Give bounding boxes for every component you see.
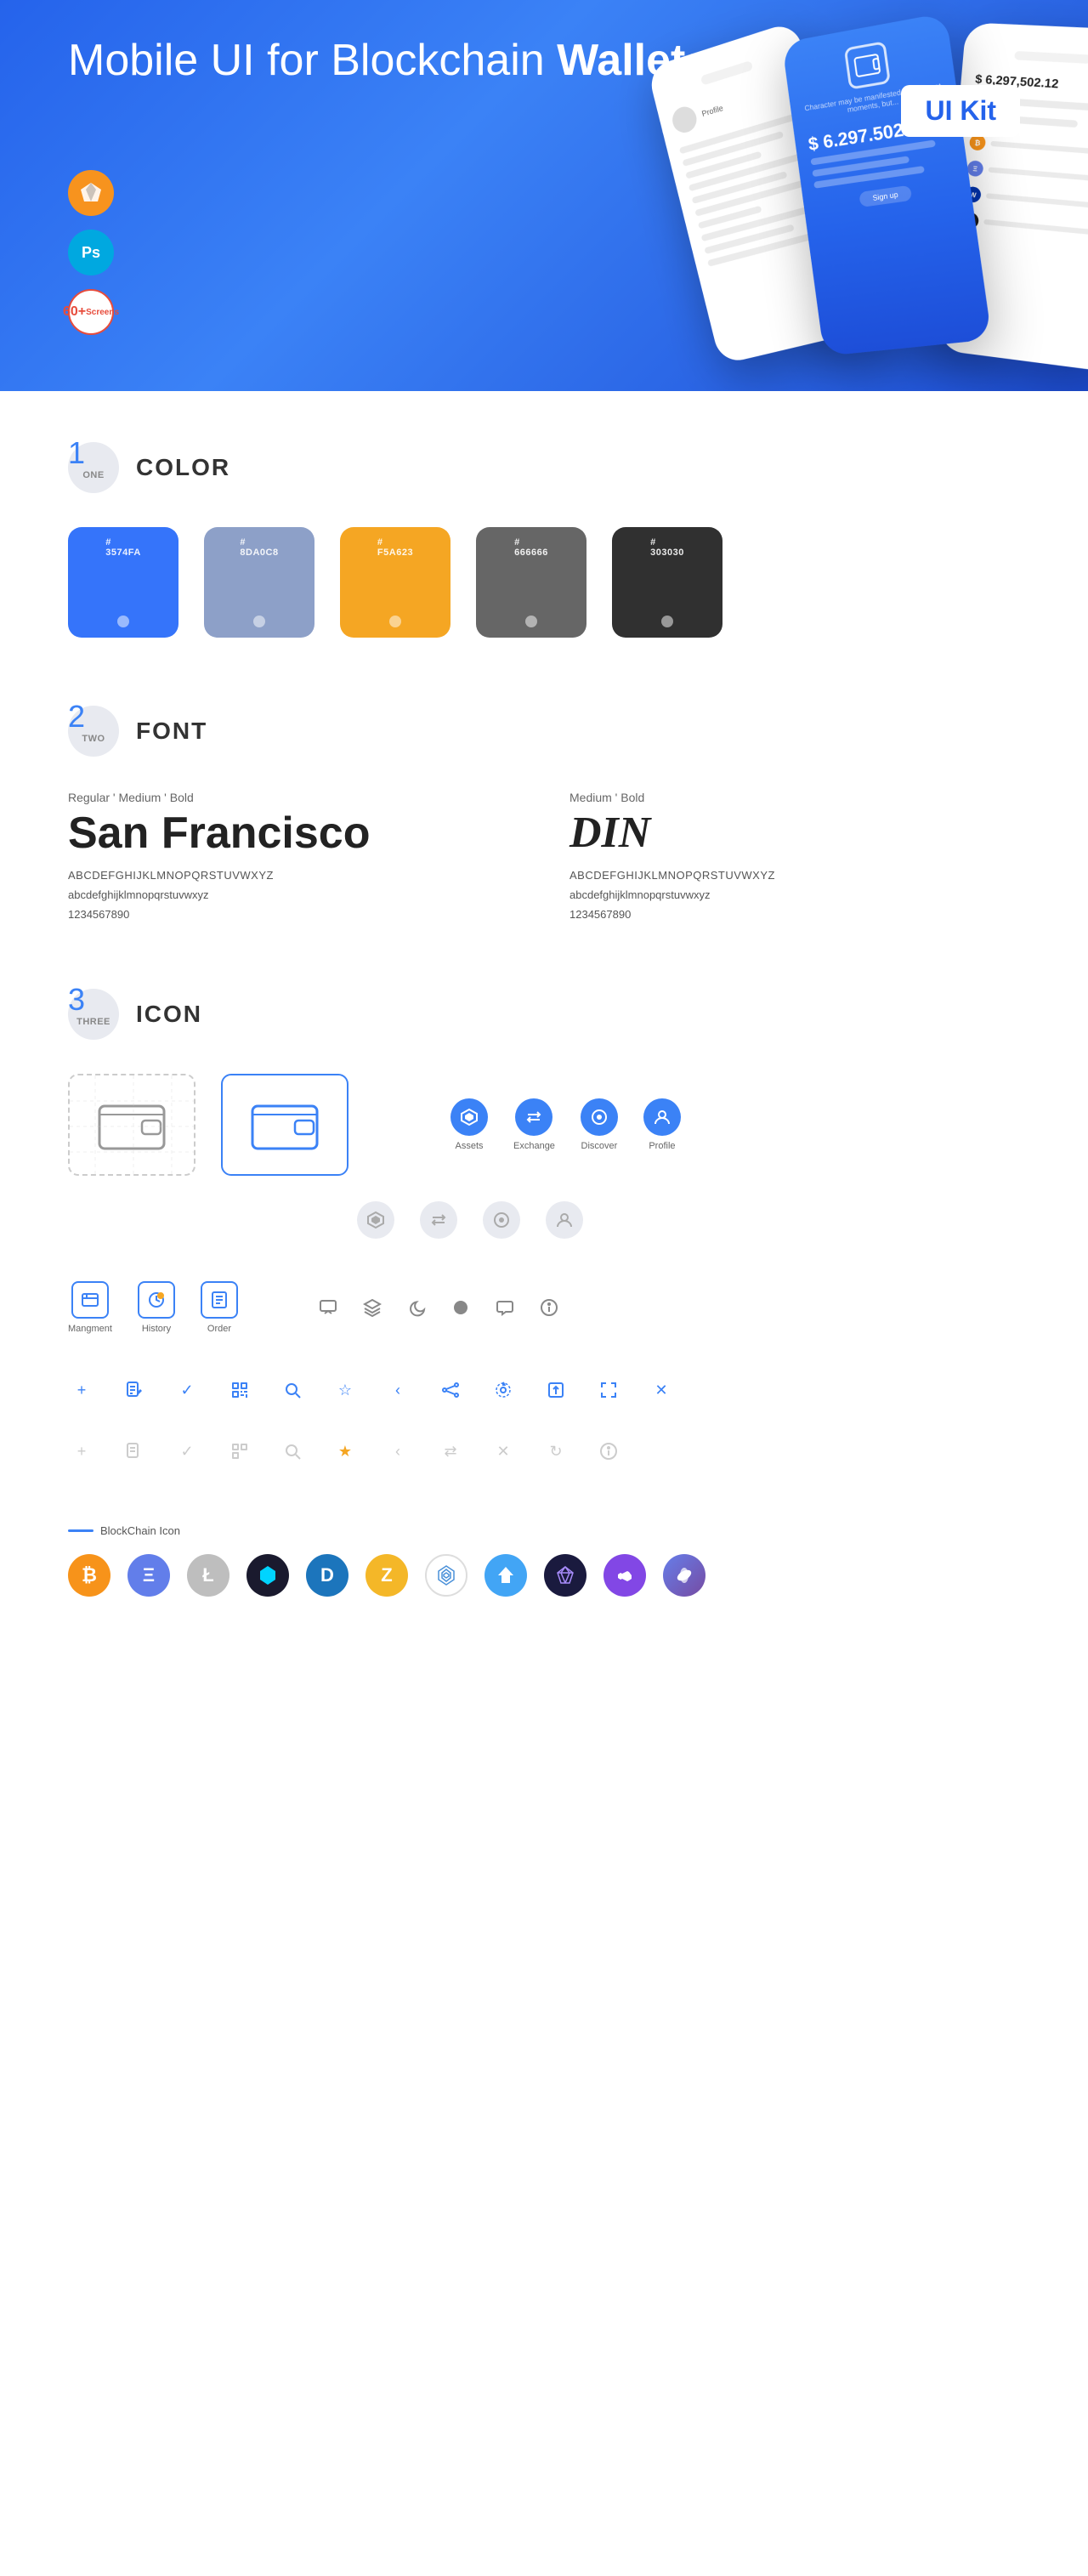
color-swatch-orange: #F5A623 — [340, 527, 450, 638]
crypto-gem — [544, 1554, 586, 1597]
nav-icon-exchange: Exchange — [513, 1098, 555, 1151]
color-section-header: 1 ONE COLOR — [68, 442, 1020, 493]
icon-title: ICON — [136, 1001, 202, 1028]
crypto-stellar — [663, 1554, 706, 1597]
icon-check: ✓ — [173, 1376, 201, 1404]
color-swatches: #3574FA #8DA0C8 #F5A623 #666666 #303030 — [68, 527, 1020, 638]
icon-info-gray — [595, 1438, 622, 1465]
icon-chat-bubble — [491, 1294, 518, 1321]
icon-history: History — [138, 1281, 175, 1334]
nav-icon-assets-gray — [357, 1201, 394, 1239]
nav-icon-profile: Profile — [643, 1098, 681, 1151]
font-section: 2 TWO FONT Regular ' Medium ' Bold San F… — [0, 672, 1088, 955]
icon-qr-gray — [226, 1438, 253, 1465]
icon-chevron-left: ‹ — [384, 1376, 411, 1404]
nav-icon-discover: Discover — [581, 1098, 618, 1151]
color-swatch-blue-gray: #8DA0C8 — [204, 527, 314, 638]
icon-section-header: 3 THREE ICON — [68, 989, 1020, 1040]
font-din: Medium ' Bold DIN ABCDEFGHIJKLMNOPQRSTUV… — [570, 791, 1020, 921]
font-san-francisco: Regular ' Medium ' Bold San Francisco AB… — [68, 791, 518, 921]
section-3-badge: 3 THREE — [68, 989, 119, 1040]
icon-check-gray: ✓ — [173, 1438, 201, 1465]
ui-kit-badge: UI Kit — [901, 85, 1020, 137]
crypto-network — [425, 1554, 468, 1597]
icon-star-yellow: ★ — [332, 1438, 359, 1465]
extra-icons-row — [314, 1294, 563, 1321]
crypto-icons-row: ₿ Ξ Ł D Z — [68, 1554, 1020, 1597]
icon-row-toolbar-colored: + ✓ — [68, 1376, 1020, 1404]
icon-section: 3 THREE ICON — [0, 955, 1088, 1682]
icon-share — [437, 1376, 464, 1404]
nav-icon-discover-gray — [483, 1201, 520, 1239]
crypto-token-dark — [246, 1554, 289, 1597]
icon-close: ✕ — [648, 1376, 675, 1404]
icon-chevron-left-gray: ‹ — [384, 1438, 411, 1465]
hero-badges: Ps 60+ Screens — [68, 170, 114, 335]
icon-row-toolbar-gray: + ✓ ★ ‹ ⇄ — [68, 1438, 1020, 1465]
font-title: FONT — [136, 718, 207, 745]
icon-info — [536, 1294, 563, 1321]
icon-row-1: Assets Exchange Discover — [68, 1074, 1020, 1176]
crypto-dash: D — [306, 1554, 348, 1597]
icon-circle — [447, 1294, 474, 1321]
color-swatch-gray: #666666 — [476, 527, 586, 638]
nav-icon-assets: Assets — [450, 1098, 488, 1151]
icon-plus: + — [68, 1376, 95, 1404]
icon-plus-gray: + — [68, 1438, 95, 1465]
icon-document-edit — [121, 1376, 148, 1404]
hero-section: Mobile UI for Blockchain Wallet UI Kit P… — [0, 0, 1088, 391]
icon-search-gray — [279, 1438, 306, 1465]
icon-row-2-gray — [68, 1201, 1020, 1239]
crypto-zcash: Z — [366, 1554, 408, 1597]
icon-order: Order — [201, 1281, 238, 1334]
blockchain-label: BlockChain Icon — [68, 1524, 1020, 1537]
section-1-badge: 1 ONE — [68, 442, 119, 493]
section-2-badge: 2 TWO — [68, 706, 119, 757]
icon-x-gray: ✕ — [490, 1438, 517, 1465]
crypto-litecoin: Ł — [187, 1554, 230, 1597]
phone-mockups: Profile — [649, 14, 1088, 360]
ps-badge: Ps — [68, 230, 114, 275]
icon-arrows-gray: ⇄ — [437, 1438, 464, 1465]
icon-moon — [403, 1294, 430, 1321]
screens-badge: 60+ Screens — [68, 289, 114, 335]
nav-icon-exchange-gray — [420, 1201, 457, 1239]
color-section: 1 ONE COLOR #3574FA #8DA0C8 #F5A623 #666… — [0, 391, 1088, 672]
color-title: COLOR — [136, 454, 230, 481]
icon-document-gray — [121, 1438, 148, 1465]
icon-search — [279, 1376, 306, 1404]
icon-management: Mangment — [68, 1281, 112, 1334]
wallet-wireframe-icon — [68, 1074, 196, 1176]
icon-star: ☆ — [332, 1376, 359, 1404]
crypto-ethereum: Ξ — [128, 1554, 170, 1597]
nav-icon-profile-gray — [546, 1201, 583, 1239]
crypto-bitcoin: ₿ — [68, 1554, 110, 1597]
crypto-waves — [484, 1554, 527, 1597]
icon-settings — [490, 1376, 517, 1404]
icon-layers — [359, 1294, 386, 1321]
font-grid: Regular ' Medium ' Bold San Francisco AB… — [68, 791, 1020, 921]
icon-resize — [595, 1376, 622, 1404]
color-swatch-dark: #303030 — [612, 527, 722, 638]
icon-chat — [314, 1294, 342, 1321]
font-section-header: 2 TWO FONT — [68, 706, 1020, 757]
wallet-filled-icon — [221, 1074, 348, 1176]
color-swatch-blue: #3574FA — [68, 527, 178, 638]
hero-title: Mobile UI for Blockchain Wallet — [68, 34, 685, 87]
crypto-polygon — [604, 1554, 646, 1597]
icon-qr — [226, 1376, 253, 1404]
icon-redo-gray: ↻ — [542, 1438, 570, 1465]
sketch-badge — [68, 170, 114, 216]
icon-row-3: Mangment History Order — [68, 1281, 1020, 1334]
icon-upload — [542, 1376, 570, 1404]
